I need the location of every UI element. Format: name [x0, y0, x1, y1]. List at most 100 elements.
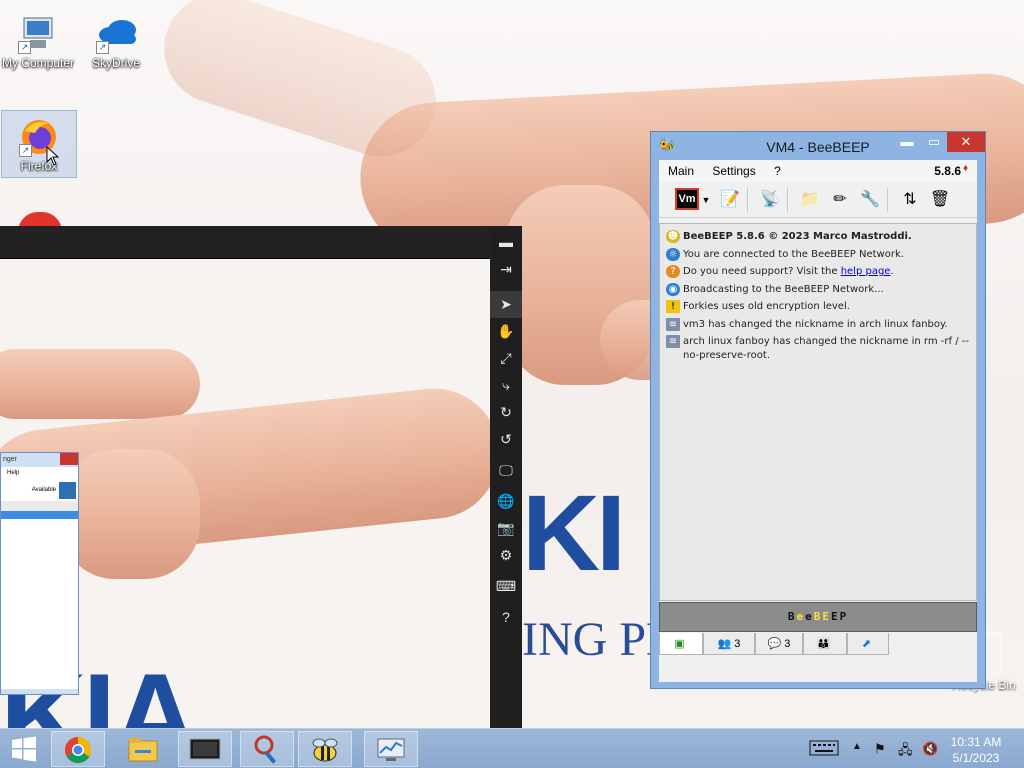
edit-profile-icon[interactable]: 📝 — [717, 187, 743, 213]
bee-icon: ☻ — [666, 230, 680, 243]
info-icon: ≡ — [666, 317, 680, 331]
taskbar-network-monitor[interactable] — [364, 731, 418, 767]
keyboard-icon[interactable] — [809, 740, 839, 759]
mini-messenger-window[interactable]: nger Help Available — [0, 452, 79, 695]
viewer-pointer-button[interactable]: ➤ — [490, 291, 522, 318]
tab-chats[interactable]: 💬 3 — [755, 633, 803, 655]
clock[interactable]: 10:31 AM 5/1/2023 — [946, 734, 1006, 766]
compose-icon[interactable]: ✏ — [827, 187, 853, 213]
transfer-icon[interactable]: ⇅ — [897, 187, 923, 213]
taskbar-chrome[interactable] — [51, 731, 105, 767]
viewer-keyboard-button[interactable]: ⌨ — [490, 573, 522, 600]
chat-line: ◉ Broadcasting to the BeeBEEP Network... — [666, 282, 970, 297]
close-button[interactable]: ✕ — [947, 132, 985, 152]
tab-users[interactable]: 👥 3 — [703, 633, 755, 655]
desktop-icon-firefox[interactable]: ↗ Firefox — [1, 110, 77, 178]
network-icon[interactable]: 📡 — [757, 187, 783, 213]
taskbar-beebeep[interactable] — [298, 731, 352, 767]
tab-chat[interactable]: ▣ — [659, 633, 703, 655]
file-explorer-icon — [128, 738, 158, 762]
mini-status: Available — [1, 479, 78, 501]
mini-list — [1, 519, 78, 689]
help-page-link[interactable]: help page — [841, 266, 891, 277]
viewer-rotate-right-button[interactable]: ↻ — [490, 399, 522, 426]
bottom-tabs: ▣ 👥 3 💬 3 👪 ⬈ — [659, 633, 977, 657]
chevron-down-icon[interactable]: ▼ — [701, 187, 711, 213]
viewer-toolstrip: ▬ ⇥ ➤ ✋ ⤢ ⤷ ↻ ↺ 🖵 🌐 📷 ⚙ ⌨ ? — [490, 226, 522, 728]
folder-share-icon[interactable]: 📁 — [797, 187, 823, 213]
viewer-help-button[interactable]: ? — [490, 604, 522, 631]
viewer-camera-button[interactable]: 📷 — [490, 515, 522, 542]
wallpaper-arm-faded — [149, 0, 451, 171]
beebeep-window[interactable]: 🐝 VM4 - BeeBEEP ▬ ▭ ✕ Main Settings ? 5.… — [650, 131, 986, 689]
viewer-settings-button[interactable]: ⚙ — [490, 542, 522, 569]
menu-help[interactable]: ? — [765, 160, 787, 178]
desktop-icon-my-computer[interactable]: ↗ My Computer — [0, 8, 76, 74]
viewer-hand-button[interactable]: ✋ — [490, 318, 522, 345]
viewer-pin-button[interactable]: ⇥ — [490, 256, 522, 283]
chat-line: ≡ arch linux fanboy has changed the nick… — [666, 335, 970, 363]
start-button[interactable] — [0, 731, 48, 767]
taskbar-file-explorer[interactable] — [116, 731, 170, 767]
mini-close-icon[interactable] — [60, 453, 78, 465]
chat-line: ≡ vm3 has changed the nickname in arch l… — [666, 317, 970, 332]
show-hidden-icons-button[interactable]: ▲ — [852, 741, 862, 752]
mini-selected-row[interactable] — [1, 511, 78, 519]
beebeep-titlebar[interactable]: 🐝 VM4 - BeeBEEP ▬ ▭ ✕ — [651, 132, 985, 160]
mini-menu-help[interactable]: Help — [1, 467, 78, 479]
remote-hand — [60, 449, 200, 579]
users-icon: 👥 — [717, 638, 732, 650]
beebeep-client-area: Main Settings ? 5.8.6 ♦ Vm ▼ 📝 📡 📁 ✏ 🔧 ⇅… — [659, 160, 977, 682]
computer-icon: ↗ — [18, 14, 58, 54]
beebeep-banner: BeeBEEP — [659, 602, 977, 632]
maximize-button[interactable]: ▭ — [921, 132, 947, 152]
warning-icon: ! — [666, 300, 680, 313]
broadcast-icon: ◉ — [666, 282, 680, 296]
clock-date: 5/1/2023 — [952, 751, 1000, 765]
viewer-titlebar[interactable] — [0, 226, 522, 259]
viewer-remote-screen[interactable]: KIA nger Help Available — [0, 259, 490, 728]
mini-toolbar — [1, 501, 78, 511]
taskbar-tools[interactable] — [240, 731, 294, 767]
chat-line: ☻ BeeBEEP 5.8.6 © 2023 Marco Mastroddi. — [666, 230, 912, 243]
main-toolbar: Vm ▼ 📝 📡 📁 ✏ 🔧 ⇅ 🗑 — [659, 182, 977, 218]
viewer-minimize-button[interactable]: ▬ — [490, 229, 522, 256]
tab-sharebox[interactable]: ⬈ — [847, 633, 889, 655]
info-icon: ≡ — [666, 335, 680, 348]
viewer-monitor-button[interactable]: 🖵 — [490, 457, 522, 484]
user-avatar-button[interactable]: Vm — [675, 188, 699, 210]
beebeep-icon — [312, 738, 338, 762]
version-label: 5.8.6 — [934, 164, 961, 178]
remote-viewer-window[interactable]: KIA nger Help Available ▬ ⇥ ➤ ✋ ⤢ ⤷ ↻ ↺ … — [0, 226, 522, 728]
chat-log[interactable]: ☻ BeeBEEP 5.8.6 © 2023 Marco Mastroddi. … — [659, 223, 977, 601]
network-monitor-icon — [377, 738, 405, 761]
share-icon: ⬈ — [861, 638, 872, 650]
network-status-icon[interactable]: 🖧 — [898, 741, 913, 763]
viewer-connect-button[interactable]: ⤷ — [490, 372, 522, 399]
trash-icon[interactable]: 🗑 — [927, 187, 953, 213]
viewer-globe-button[interactable]: 🌐 — [490, 488, 522, 515]
menu-bar: Main Settings ? 5.8.6 ♦ — [659, 160, 977, 182]
action-center-flag-icon[interactable]: ⚑ — [874, 741, 886, 757]
viewer-rotate-left-button[interactable]: ↺ — [490, 426, 522, 453]
mini-messenger-title: nger — [1, 453, 78, 467]
toolbar-divider — [787, 188, 788, 212]
start-icon — [12, 736, 36, 762]
toolbar-divider — [887, 188, 888, 212]
chat-line: ☼ You are connected to the BeeBEEP Netwo… — [666, 247, 970, 262]
tab-groups[interactable]: 👪 — [803, 633, 847, 655]
viewer-fullscreen-button[interactable]: ⤢ — [490, 345, 522, 372]
menu-settings[interactable]: Settings — [703, 160, 761, 178]
volume-muted-icon[interactable]: 🔇 — [922, 741, 938, 757]
desktop-icon-label: Firefox — [20, 159, 58, 173]
chats-icon: 💬 — [767, 638, 782, 650]
chrome-icon — [64, 736, 92, 764]
mini-avatar — [59, 482, 76, 499]
menu-main[interactable]: Main — [659, 160, 700, 178]
taskbar-remote-viewer[interactable] — [178, 731, 232, 767]
wallpaper-brand-letters: KI — [522, 472, 626, 593]
desktop-icon-skydrive[interactable]: ↗ SkyDrive — [78, 8, 154, 74]
minimize-button[interactable]: ▬ — [893, 132, 921, 152]
tools-icon[interactable]: 🔧 — [857, 187, 883, 213]
desktop-icon-label: SkyDrive — [91, 56, 140, 70]
